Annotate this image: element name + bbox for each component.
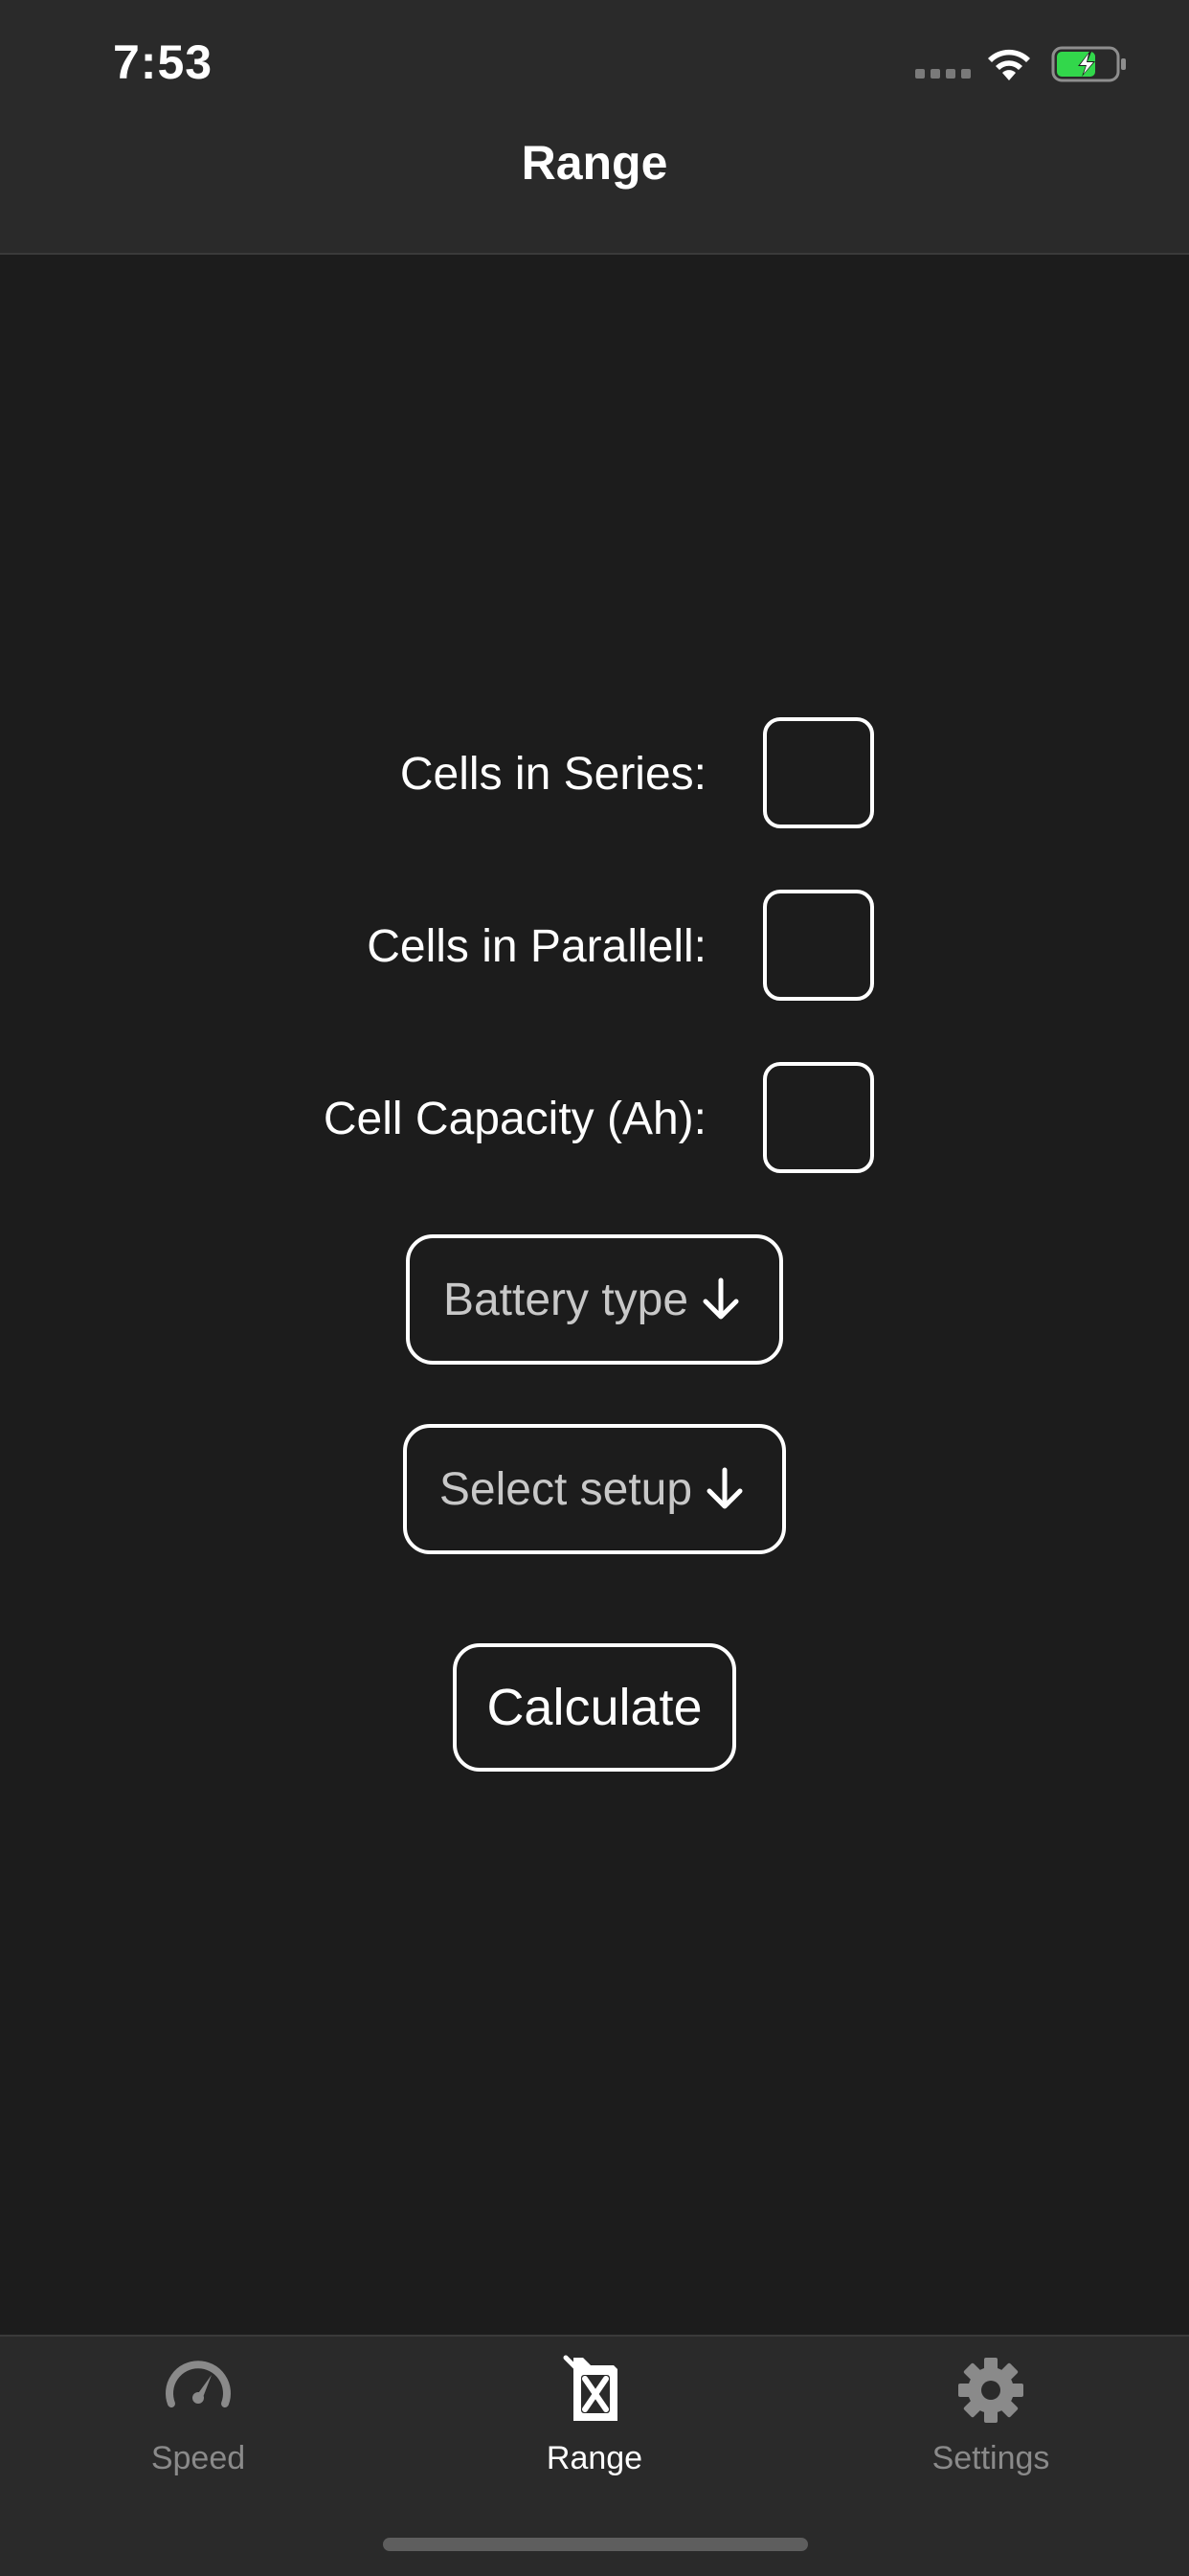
cells-in-parallel-row: Cells in Parallell: [0,890,1189,1005]
select-setup-label: Select setup [438,1463,693,1515]
tab-speed-label: Speed [150,2440,246,2476]
battery-type-dropdown[interactable]: Battery type [406,1234,783,1365]
cells-in-parallel-input[interactable] [763,890,874,1001]
tab-settings[interactable]: Settings [847,2354,1134,2497]
cell-capacity-input[interactable] [763,1062,874,1173]
status-time: 7:53 [113,35,213,89]
cells-in-series-row: Cells in Series: [0,717,1189,832]
cellular-signal-icon [915,69,971,79]
tab-range-label: Range [546,2440,643,2476]
home-indicator [383,2538,808,2551]
cells-in-series-label: Cells in Series: [399,749,707,800]
cells-in-parallel-label: Cells in Parallell: [367,921,707,972]
cell-capacity-label: Cell Capacity (Ah): [323,1094,707,1144]
cells-in-series-input[interactable] [763,717,874,828]
battery-charging-icon [1051,46,1126,82]
select-setup-dropdown[interactable]: Select setup [403,1424,786,1554]
fuel-can-icon [563,2355,617,2421]
arrow-down-icon [707,1467,743,1509]
nav-bar: Range [0,134,1189,255]
cell-capacity-row: Cell Capacity (Ah): [0,1062,1189,1177]
status-bar: 7:53 [0,0,1189,134]
speedometer-icon [166,2361,231,2407]
battery-type-label: Battery type [442,1274,689,1325]
calculate-button[interactable]: Calculate [453,1643,736,1772]
wifi-icon [988,49,1030,80]
gear-icon [958,2358,1023,2423]
tab-range[interactable]: Range [451,2354,738,2497]
page-title: Range [521,136,668,190]
tab-settings-label: Settings [931,2440,1050,2476]
arrow-down-icon [703,1277,739,1320]
tab-speed[interactable]: Speed [55,2354,342,2497]
